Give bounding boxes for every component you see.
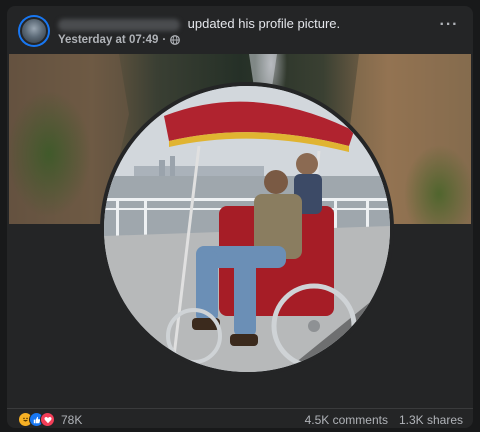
post-title-line: updated his profile picture. [58, 16, 340, 31]
post-meta: Yesterday at 07:49 · [58, 34, 181, 46]
profile-photo-scene [104, 86, 390, 372]
avatar-image [20, 17, 48, 45]
post-stats: 4.5K comments 1.3K shares [305, 413, 463, 427]
reaction-count[interactable]: 78K [61, 413, 82, 427]
globe-icon[interactable] [170, 35, 181, 45]
post-card: updated his profile picture. Yesterday a… [7, 6, 473, 428]
post-header: updated his profile picture. Yesterday a… [7, 6, 473, 52]
timestamp-link[interactable]: Yesterday at 07:49 [58, 34, 158, 46]
author-name-blurred[interactable] [58, 18, 180, 31]
more-options-button[interactable]: ··· [437, 17, 461, 38]
comments-count-link[interactable]: 4.5K comments [305, 413, 388, 427]
shares-count-link[interactable]: 1.3K shares [399, 413, 463, 427]
post-action-text: updated his profile picture. [187, 16, 341, 31]
reactions-summary[interactable]: 78K [18, 412, 82, 427]
meta-separator: · [162, 34, 167, 46]
profile-picture[interactable] [100, 82, 394, 376]
love-icon [40, 412, 55, 427]
avatar[interactable] [18, 15, 50, 47]
post-footer: 78K 4.5K comments 1.3K shares [7, 408, 473, 428]
